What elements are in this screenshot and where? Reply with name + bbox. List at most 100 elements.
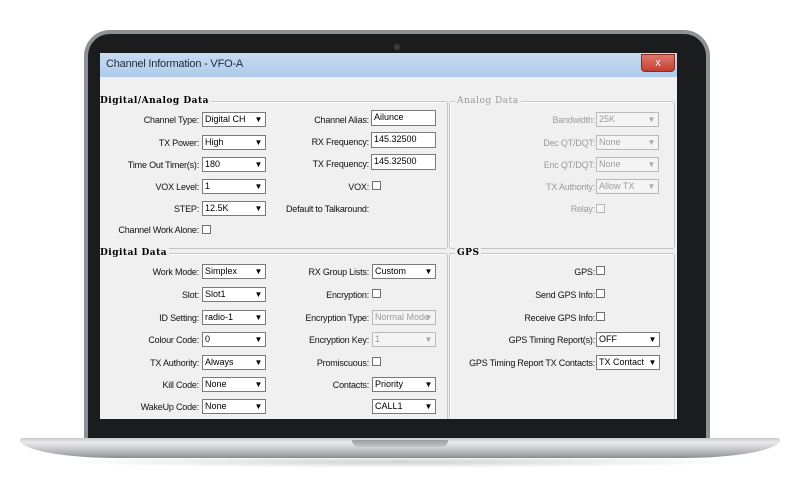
checkbox-encryption[interactable] (372, 289, 381, 298)
select-bandwidth[interactable]: 25K ▼ (596, 112, 659, 127)
chevron-down-icon: ▼ (424, 313, 433, 322)
label-encryption-type: Encryption Type: (305, 313, 369, 323)
label-step: STEP: (173, 204, 199, 214)
chevron-down-icon: ▼ (647, 160, 656, 169)
checkbox-send-gps-info[interactable] (596, 289, 605, 298)
chevron-down-icon: ▼ (254, 204, 263, 213)
label-vox: VOX: (348, 182, 369, 192)
window-title: Channel Information - VFO-A (106, 58, 244, 70)
chevron-down-icon: ▼ (424, 402, 433, 411)
label-gps: GPS: (574, 267, 595, 277)
select-vox-level[interactable]: 1 ▼ (202, 179, 266, 194)
chevron-down-icon: ▼ (424, 267, 433, 276)
label-gps-timing-report-tx-contacts: GPS Timing Report TX Contacts: (469, 358, 595, 368)
select-contact-call[interactable]: CALL1 ▼ (372, 399, 436, 414)
select-colour-code[interactable]: 0 ▼ (202, 332, 266, 347)
label-channel-work-alone: Channel Work Alone: (118, 225, 199, 235)
select-dec-qt-dqt[interactable]: None ▼ (596, 135, 659, 150)
chevron-down-icon: ▼ (254, 313, 263, 322)
label-rx-group-lists: RX Group Lists: (308, 267, 369, 277)
label-default-talkaround: Default to Talkaround: (286, 204, 369, 214)
select-enc-qt-dqt[interactable]: None ▼ (596, 157, 659, 172)
group-title-digital: Digital Data (100, 248, 170, 258)
chevron-down-icon: ▼ (254, 160, 263, 169)
laptop-notch (352, 440, 448, 447)
select-tx-authority[interactable]: Always ▼ (202, 355, 266, 370)
label-wakeup-code: WakeUp Code: (140, 402, 199, 412)
label-channel-type: Channel Type: (143, 115, 199, 125)
label-id-setting: ID Setting: (159, 313, 199, 323)
select-contacts[interactable]: Priority ▼ (372, 377, 436, 392)
label-work-mode: Work Mode: (152, 267, 200, 277)
select-slot[interactable]: Slot1 ▼ (202, 287, 266, 302)
checkbox-gps[interactable] (596, 266, 605, 275)
select-step[interactable]: 12.5K ▼ (202, 201, 266, 216)
input-rx-frequency[interactable]: 145.32500 (371, 132, 436, 148)
title-bar[interactable]: Channel Information - VFO-A x (100, 53, 677, 77)
label-rx-frequency: RX Frequency: (311, 137, 370, 147)
label-slot: Slot: (181, 290, 199, 300)
checkbox-channel-work-alone[interactable] (202, 225, 211, 234)
input-channel-alias[interactable]: Ailunce (371, 110, 436, 126)
label-send-gps-info: Send GPS Info: (535, 290, 595, 300)
group-title-analog: Analog Data (455, 96, 521, 106)
label-encryption: Encryption: (326, 290, 369, 300)
chevron-down-icon: ▼ (647, 115, 656, 124)
checkbox-relay[interactable] (596, 204, 605, 213)
label-time-out-timer: Time Out Timer(s): (127, 160, 199, 170)
checkbox-promiscuous[interactable] (372, 357, 381, 366)
label-analog-tx-authority: TX Authority: (546, 182, 595, 192)
dialog-window: Channel Information - VFO-A x Digital/An… (100, 53, 677, 419)
label-colour-code: Colour Code: (148, 335, 199, 345)
chevron-down-icon: ▼ (648, 358, 657, 367)
chevron-down-icon: ▼ (254, 380, 263, 389)
input-tx-frequency[interactable]: 145.32500 (371, 154, 436, 170)
select-gps-timing-report[interactable]: OFF ▼ (596, 332, 660, 347)
chevron-down-icon: ▼ (648, 335, 657, 344)
label-tx-power: TX Power: (158, 138, 199, 148)
close-icon: x (655, 57, 661, 69)
select-time-out-timer[interactable]: 180 ▼ (202, 157, 266, 172)
select-encryption-type[interactable]: Normal Mode ▼ (372, 310, 436, 325)
checkbox-receive-gps-info[interactable] (596, 312, 605, 321)
chevron-down-icon: ▼ (647, 138, 656, 147)
chevron-down-icon: ▼ (254, 290, 263, 299)
label-bandwidth: Bandwidth: (552, 115, 595, 125)
checkbox-vox[interactable] (372, 181, 381, 190)
select-id-setting[interactable]: radio-1 ▼ (202, 310, 266, 325)
label-dec-qt-dqt: Dec QT/DQT: (543, 138, 595, 148)
select-channel-type[interactable]: Digital CH ▼ (202, 112, 266, 127)
select-tx-power[interactable]: High ▼ (202, 135, 266, 150)
label-vox-level: VOX Level: (155, 182, 199, 192)
select-rx-group-lists[interactable]: Custom ▼ (372, 264, 436, 279)
select-gps-timing-report-tx-contacts[interactable]: TX Contact ▼ (596, 355, 660, 370)
chevron-down-icon: ▼ (424, 335, 433, 344)
chevron-down-icon: ▼ (254, 138, 263, 147)
label-relay: Relay: (570, 204, 596, 214)
label-tx-authority: TX Authority: (150, 358, 199, 368)
chevron-down-icon: ▼ (254, 115, 263, 124)
chevron-down-icon: ▼ (254, 335, 263, 344)
select-analog-tx-authority[interactable]: Allow TX ▼ (596, 179, 659, 194)
select-encryption-key[interactable]: 1 ▼ (372, 332, 436, 347)
chevron-down-icon: ▼ (424, 380, 433, 389)
label-kill-code: Kill Code: (162, 380, 199, 390)
label-contacts: Contacts: (332, 380, 369, 390)
select-kill-code[interactable]: None ▼ (202, 377, 266, 392)
label-tx-frequency: TX Frequency: (312, 159, 370, 169)
chevron-down-icon: ▼ (254, 402, 263, 411)
chevron-down-icon: ▼ (254, 358, 263, 367)
label-gps-timing-report: GPS Timing Report(s): (508, 335, 596, 345)
close-button[interactable]: x (641, 54, 675, 72)
camera-icon (394, 44, 400, 50)
label-channel-alias: Channel Alias: (314, 115, 369, 125)
select-wakeup-code[interactable]: None ▼ (202, 399, 266, 414)
label-promiscuous: Promiscuous: (316, 358, 369, 368)
chevron-down-icon: ▼ (254, 182, 263, 191)
group-title-gps: GPS (455, 248, 482, 258)
chevron-down-icon: ▼ (254, 267, 263, 276)
chevron-down-icon: ▼ (647, 182, 656, 191)
label-receive-gps-info: Receive GPS Info: (524, 313, 595, 323)
group-title-digital-analog: Digital/Analog Data (100, 96, 211, 106)
select-work-mode[interactable]: Simplex ▼ (202, 264, 266, 279)
